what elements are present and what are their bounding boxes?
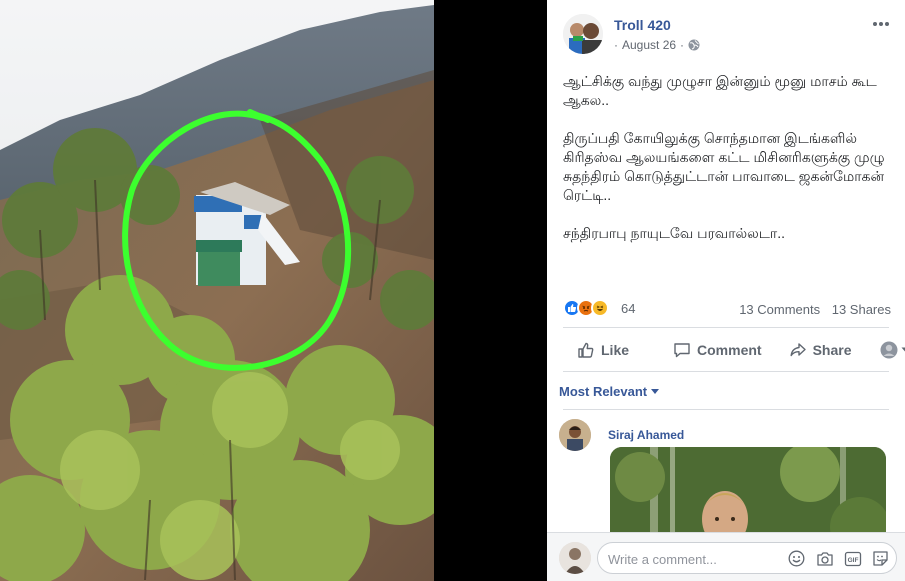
caret-down-icon (651, 389, 660, 394)
share-button[interactable]: Share (789, 341, 852, 359)
comment-button[interactable]: Comment (673, 341, 762, 359)
post-actions: Like Comment Share (563, 334, 905, 366)
chevron-down-icon (901, 347, 905, 352)
more-options-icon[interactable] (869, 16, 893, 32)
composer-icons: GIF (787, 549, 890, 568)
page-avatar[interactable] (563, 14, 603, 54)
share-icon (790, 343, 806, 357)
emoji-icon[interactable] (787, 549, 806, 568)
post-paragraph: திருப்பதி கோயிலுக்கு சொந்தமான இடங்களில் … (563, 130, 885, 203)
gif-icon[interactable]: GIF (843, 549, 862, 568)
profile-mini-avatar-icon (880, 341, 897, 359)
comment-composer: GIF (547, 532, 905, 581)
divider (563, 327, 889, 328)
commenter-avatar-image (559, 419, 591, 451)
post-meta: · August 26 · (614, 38, 700, 52)
post-paragraph: ஆட்சிக்கு வந்து முழுசா இன்னும் மூனு மாசம… (563, 73, 877, 108)
globe-icon[interactable] (688, 39, 700, 51)
comments-count-link[interactable]: 13 Comments (739, 302, 820, 317)
commenter-avatar[interactable] (559, 419, 591, 451)
commenter-name-link[interactable]: Siraj Ahamed (608, 428, 684, 442)
haha-reaction-icon (591, 299, 609, 317)
comment-label: Comment (697, 342, 762, 358)
camera-icon[interactable] (815, 549, 834, 568)
like-label: Like (601, 342, 630, 358)
like-icon (578, 342, 594, 358)
divider (563, 371, 889, 372)
post-stats: 13 Comments 13 Shares (731, 302, 891, 317)
reaction-selector[interactable] (880, 341, 905, 359)
reaction-icons[interactable] (563, 299, 609, 317)
hillside-photo-illustration (0, 0, 434, 581)
post-message: ஆட்சிக்கு வந்து முழுசா இன்னும் மூனு மாசம… (563, 72, 893, 262)
comment-input[interactable] (608, 550, 778, 568)
reactions-bar: 64 13 Comments 13 Shares (563, 298, 893, 320)
current-user-avatar[interactable] (559, 542, 591, 574)
divider (563, 409, 889, 410)
comment-sort-dropdown[interactable]: Most Relevant (559, 384, 660, 399)
like-button[interactable]: Like (577, 341, 629, 359)
current-user-avatar-image (559, 542, 591, 574)
comment-input-box[interactable]: GIF (597, 542, 897, 574)
comment-sort-label: Most Relevant (559, 384, 648, 399)
reaction-count[interactable]: 64 (621, 301, 635, 316)
comment-icon (674, 343, 690, 358)
post-panel: Troll 420 · August 26 · ஆட்சிக்கு வந்து … (547, 0, 905, 581)
post-photo[interactable] (0, 0, 434, 581)
shares-count-link[interactable]: 13 Shares (832, 302, 891, 317)
sticker-icon[interactable] (871, 549, 890, 568)
post-date[interactable]: August 26 (622, 38, 676, 52)
post-paragraph: சந்திரபாபு நாயுடவே பரவால்லடா.. (563, 225, 785, 241)
post-header: Troll 420 · August 26 · (563, 14, 893, 58)
photo-viewer (0, 0, 547, 581)
meta-separator: · (614, 38, 618, 52)
page-name-link[interactable]: Troll 420 (614, 17, 671, 33)
meta-separator-2: · (680, 38, 685, 52)
share-label: Share (812, 342, 852, 358)
svg-text:GIF: GIF (847, 557, 858, 564)
page-avatar-image (563, 14, 603, 54)
